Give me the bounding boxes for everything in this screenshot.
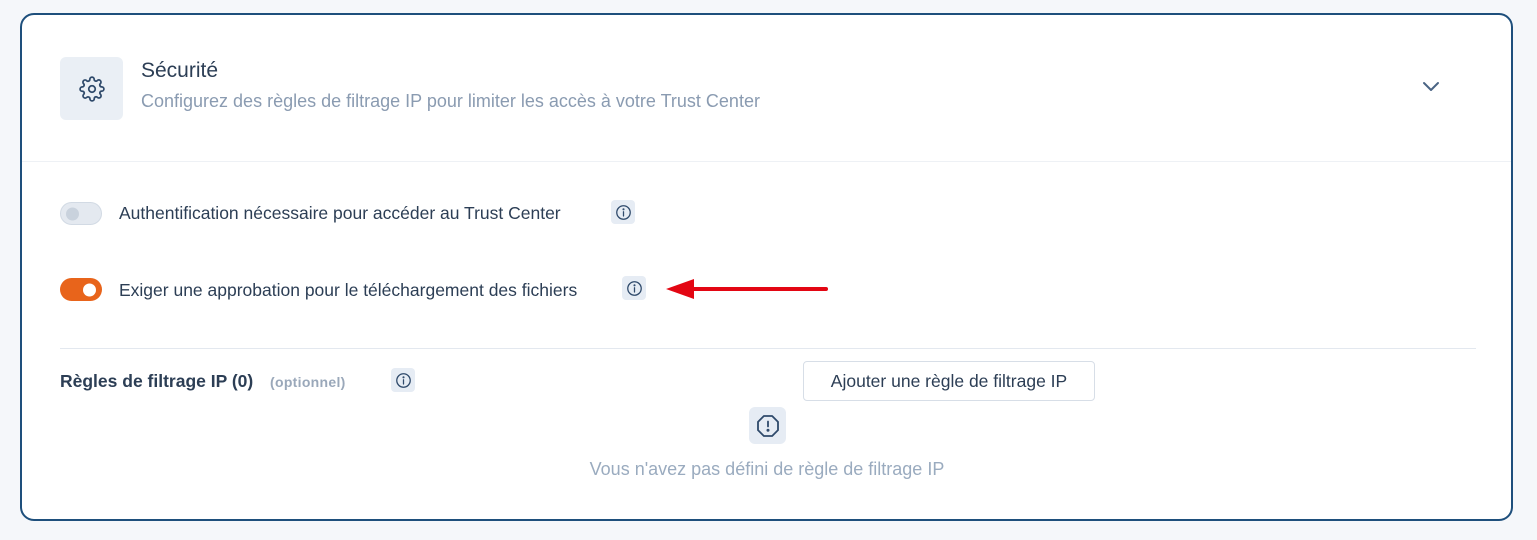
info-icon bbox=[626, 280, 642, 296]
auth-required-toggle[interactable] bbox=[60, 202, 102, 225]
empty-state-icon-box bbox=[749, 407, 786, 444]
chevron-down-icon bbox=[1423, 82, 1439, 91]
toggle-knob bbox=[83, 283, 96, 296]
auth-required-info[interactable] bbox=[611, 200, 635, 224]
security-card: Sécurité Configurez des règles de filtra… bbox=[20, 13, 1513, 521]
section-header[interactable]: Sécurité Configurez des règles de filtra… bbox=[22, 15, 1511, 162]
expand-toggle[interactable] bbox=[1420, 79, 1442, 95]
ip-rules-info[interactable] bbox=[391, 368, 415, 392]
ip-rules-label: Règles de filtrage IP (0) bbox=[60, 371, 254, 391]
section-icon-box bbox=[60, 57, 123, 120]
toggle-knob bbox=[66, 207, 79, 220]
add-ip-rule-button[interactable]: Ajouter une règle de filtrage IP bbox=[803, 361, 1095, 401]
red-arrow-annotation bbox=[666, 279, 828, 299]
ip-rules-optional: (optionnel) bbox=[270, 374, 346, 390]
section-subtitle: Configurez des règles de filtrage IP pou… bbox=[141, 91, 760, 111]
download-approval-toggle[interactable] bbox=[60, 278, 102, 301]
gear-icon bbox=[78, 75, 105, 102]
section-title: Sécurité bbox=[141, 59, 219, 82]
info-icon bbox=[395, 372, 411, 388]
section-divider bbox=[60, 348, 1476, 349]
auth-required-label: Authentification nécessaire pour accéder… bbox=[119, 203, 561, 223]
download-approval-label: Exiger une approbation pour le télécharg… bbox=[119, 280, 578, 300]
alert-circle-icon bbox=[756, 414, 779, 437]
info-icon bbox=[615, 204, 631, 220]
empty-state-message: Vous n'avez pas défini de règle de filtr… bbox=[589, 459, 945, 479]
download-approval-info[interactable] bbox=[622, 276, 646, 300]
